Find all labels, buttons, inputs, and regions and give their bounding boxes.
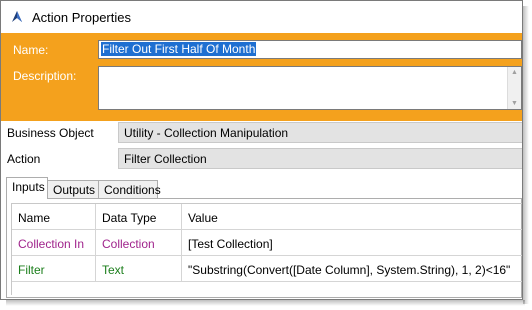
- table-row[interactable]: Filter Text "Substring(Convert([Date Col…: [12, 256, 522, 282]
- column-header-value[interactable]: Value: [182, 204, 522, 229]
- scroll-up-icon[interactable]: ▲: [511, 69, 518, 76]
- tab-conditions[interactable]: Conditions: [98, 180, 161, 198]
- description-scrollbar[interactable]: ▲ ▼: [507, 67, 521, 109]
- title-bar[interactable]: Action Properties: [1, 1, 522, 33]
- description-field[interactable]: ▲ ▼: [98, 66, 522, 110]
- action-dropdown[interactable]: Filter Collection: [118, 148, 522, 169]
- grid-header-row: Name Data Type Value: [12, 204, 522, 230]
- row-name: Collection In: [12, 230, 96, 255]
- row-name: Filter: [12, 256, 96, 281]
- scroll-down-icon[interactable]: ▼: [511, 100, 518, 107]
- name-field[interactable]: Filter Out First Half Of Month: [98, 40, 522, 59]
- name-label: Name:: [13, 43, 49, 57]
- action-arrow-icon: [12, 11, 22, 22]
- tab-inputs[interactable]: Inputs: [6, 177, 48, 199]
- action-properties-window: Action Properties Name: Filter Out First…: [0, 0, 523, 300]
- action-row: Action Filter Collection: [1, 148, 522, 170]
- column-header-data-type[interactable]: Data Type: [96, 204, 182, 229]
- business-object-label: Business Object: [7, 126, 94, 140]
- table-row[interactable]: Collection In Collection [Test Collectio…: [12, 230, 522, 256]
- business-object-dropdown[interactable]: Utility - Collection Manipulation: [118, 122, 522, 143]
- row-data-type: Text: [96, 256, 182, 281]
- name-field-value: Filter Out First Half Of Month: [101, 42, 257, 56]
- description-label: Description:: [13, 69, 77, 83]
- window-shadow-right: [523, 6, 529, 304]
- business-object-row: Business Object Utility - Collection Man…: [1, 122, 522, 144]
- row-value-field[interactable]: "Substring(Convert([Date Column], System…: [182, 256, 522, 281]
- action-label: Action: [7, 152, 41, 166]
- tab-outputs[interactable]: Outputs: [47, 180, 99, 198]
- column-header-name[interactable]: Name: [12, 204, 96, 229]
- window-title: Action Properties: [32, 10, 131, 25]
- row-data-type: Collection: [96, 230, 182, 255]
- header-band: Name: Filter Out First Half Of Month Des…: [1, 33, 522, 121]
- inputs-panel: Name Data Type Value Collection In Colle…: [6, 198, 522, 298]
- window-shadow-bottom: [6, 300, 525, 306]
- inputs-grid: Name Data Type Value Collection In Colle…: [11, 203, 522, 295]
- row-value-field[interactable]: [Test Collection]: [182, 230, 522, 255]
